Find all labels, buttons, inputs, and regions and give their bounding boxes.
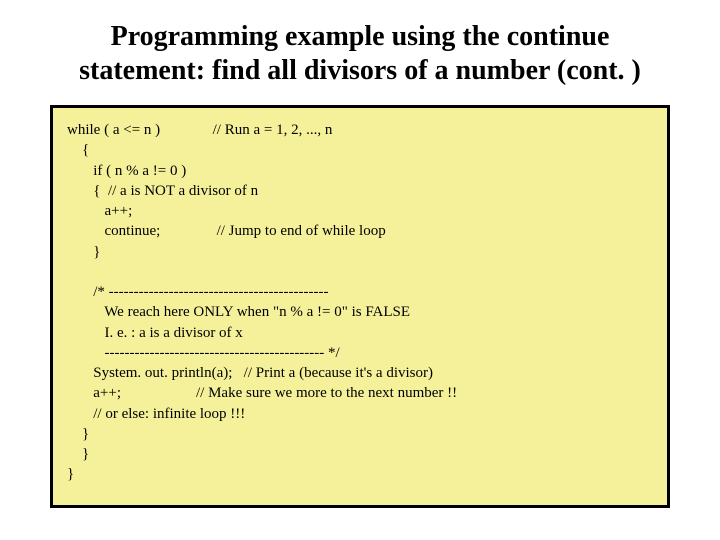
slide: Programming example using the continue s…: [0, 0, 720, 540]
code-content: while ( a <= n ) // Run a = 1, 2, ..., n…: [67, 120, 653, 485]
code-line: I. e. : a is a divisor of x: [67, 325, 243, 341]
code-line: // or else: infinite loop !!!: [67, 406, 245, 422]
code-line: ----------------------------------------…: [67, 345, 340, 361]
code-line: a++; // Make sure we more to the next nu…: [67, 385, 457, 401]
code-line: { // a is NOT a divisor of n: [67, 183, 258, 199]
code-line: }: [67, 466, 74, 482]
code-line: System. out. println(a); // Print a (bec…: [67, 365, 433, 381]
code-line: while ( a <= n ) // Run a = 1, 2, ..., n: [67, 122, 332, 138]
code-line: {: [67, 142, 89, 158]
code-line: We reach here ONLY when "n % a != 0" is …: [67, 304, 410, 320]
code-block: while ( a <= n ) // Run a = 1, 2, ..., n…: [50, 105, 670, 508]
code-line: /* -------------------------------------…: [67, 284, 328, 300]
code-line: a++;: [67, 203, 132, 219]
slide-title: Programming example using the continue s…: [50, 20, 670, 87]
code-line: }: [67, 446, 89, 462]
code-line: if ( n % a != 0 ): [67, 163, 186, 179]
code-line: }: [67, 426, 89, 442]
code-line: continue; // Jump to end of while loop: [67, 223, 386, 239]
code-line: }: [67, 244, 100, 260]
